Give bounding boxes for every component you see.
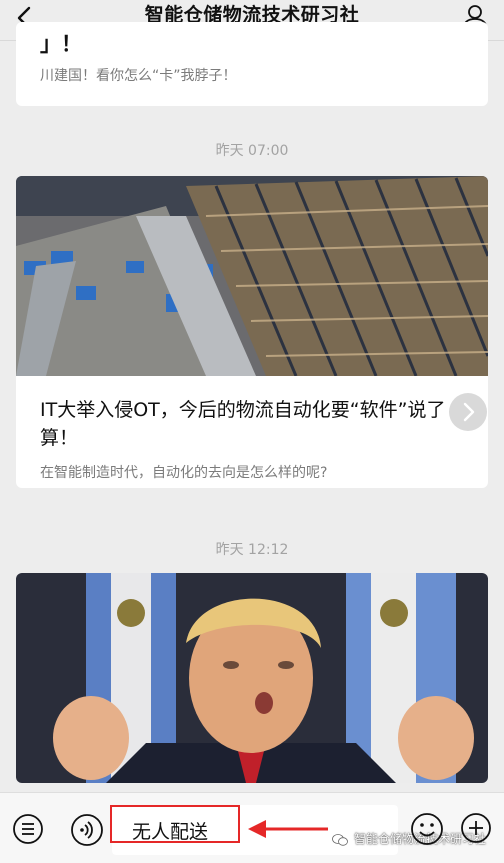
timestamp: 昨天 07:00 xyxy=(215,143,289,159)
highlight-box xyxy=(110,805,240,843)
wechat-logo-icon xyxy=(332,834,348,846)
article-description: 在智能制造时代，自动化的去向是怎么样的呢? xyxy=(40,465,328,481)
voice-icon[interactable] xyxy=(70,813,104,847)
article-description: 川建国！看你怎么“卡”我脖子！ xyxy=(40,68,237,84)
portrait-thumbnail xyxy=(16,573,488,783)
article-card[interactable]: IT大举入侵OT，今后的物流自动化要“软件”说了算！ 在智能制造时代，自动化的去… xyxy=(16,176,488,488)
annotation-arrow xyxy=(248,820,328,838)
article-card-next[interactable] xyxy=(16,573,488,783)
menu-list-icon[interactable] xyxy=(12,813,44,845)
warehouse-thumbnail xyxy=(16,176,488,376)
timestamp: 昨天 12:12 xyxy=(215,542,289,558)
emoji-icon[interactable] xyxy=(410,812,444,846)
article-title: 」！ xyxy=(40,32,82,56)
chevron-right-icon[interactable] xyxy=(449,393,487,431)
article-card-previous[interactable]: 」！ 川建国！看你怎么“卡”我脖子！ xyxy=(16,22,488,106)
article-title: IT大举入侵OT，今后的物流自动化要“软件”说了算！ xyxy=(40,399,446,449)
plus-icon[interactable] xyxy=(460,812,492,844)
